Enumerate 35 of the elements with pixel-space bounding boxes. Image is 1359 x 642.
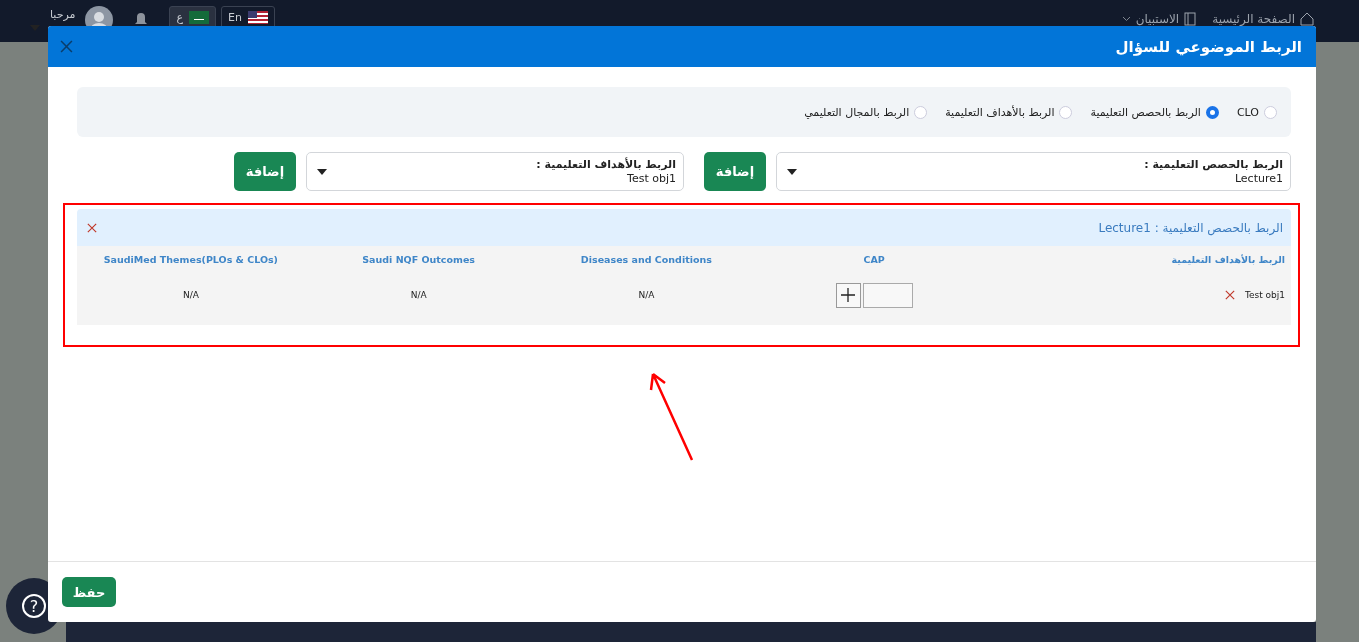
modal-title: الربط الموضوعي للسؤال (1115, 37, 1302, 56)
close-icon[interactable] (60, 40, 73, 53)
home-icon (1300, 12, 1314, 26)
save-button[interactable]: حفظ (62, 577, 116, 607)
remove-icon[interactable] (1224, 290, 1235, 300)
column-header: الربط بالأهداف التعليمية (1170, 253, 1286, 268)
panel-title: الربط بالحصص التعليمية : Lecture1 (1098, 220, 1283, 235)
column-header: SaudiMed Themes(PLOs & CLOs) (102, 253, 279, 267)
add-button[interactable]: إضافة (234, 152, 296, 191)
nav-link[interactable]: الصفحة الرئيسية (1212, 12, 1295, 26)
table-cell: N/A (638, 290, 655, 300)
input-field[interactable] (862, 282, 913, 308)
remove-icon[interactable] (87, 222, 97, 233)
flag-icon (247, 11, 268, 24)
column-header: Diseases and Conditions (579, 253, 713, 267)
table-cell: N/A (410, 290, 427, 300)
bell-icon[interactable] (135, 12, 148, 26)
radio-option[interactable]: الربط بالأهداف التعليمية (945, 105, 1073, 119)
flag-icon (189, 11, 209, 24)
table-cell: N/A (182, 290, 199, 300)
column-header: CAP (862, 253, 886, 267)
plus-icon (841, 288, 856, 302)
plus-button[interactable] (835, 282, 861, 308)
radio-option[interactable]: الربط بالمجال التعليمي (804, 105, 928, 119)
greeting-text: مرحبا (50, 8, 76, 21)
table-cell: Test obj1 (1244, 290, 1285, 300)
caret-icon (787, 168, 797, 175)
nav-link[interactable]: الاستبيان (1135, 12, 1180, 26)
caret-icon (317, 168, 327, 175)
chevron-icon (1121, 16, 1131, 22)
add-button[interactable]: إضافة (704, 152, 766, 191)
radio-option[interactable]: الربط بالحصص التعليمية (1090, 105, 1219, 119)
book-icon (1184, 12, 1197, 26)
radio-option[interactable]: CLO (1236, 105, 1277, 119)
column-header: Saudi NQF Outcomes (361, 253, 476, 267)
